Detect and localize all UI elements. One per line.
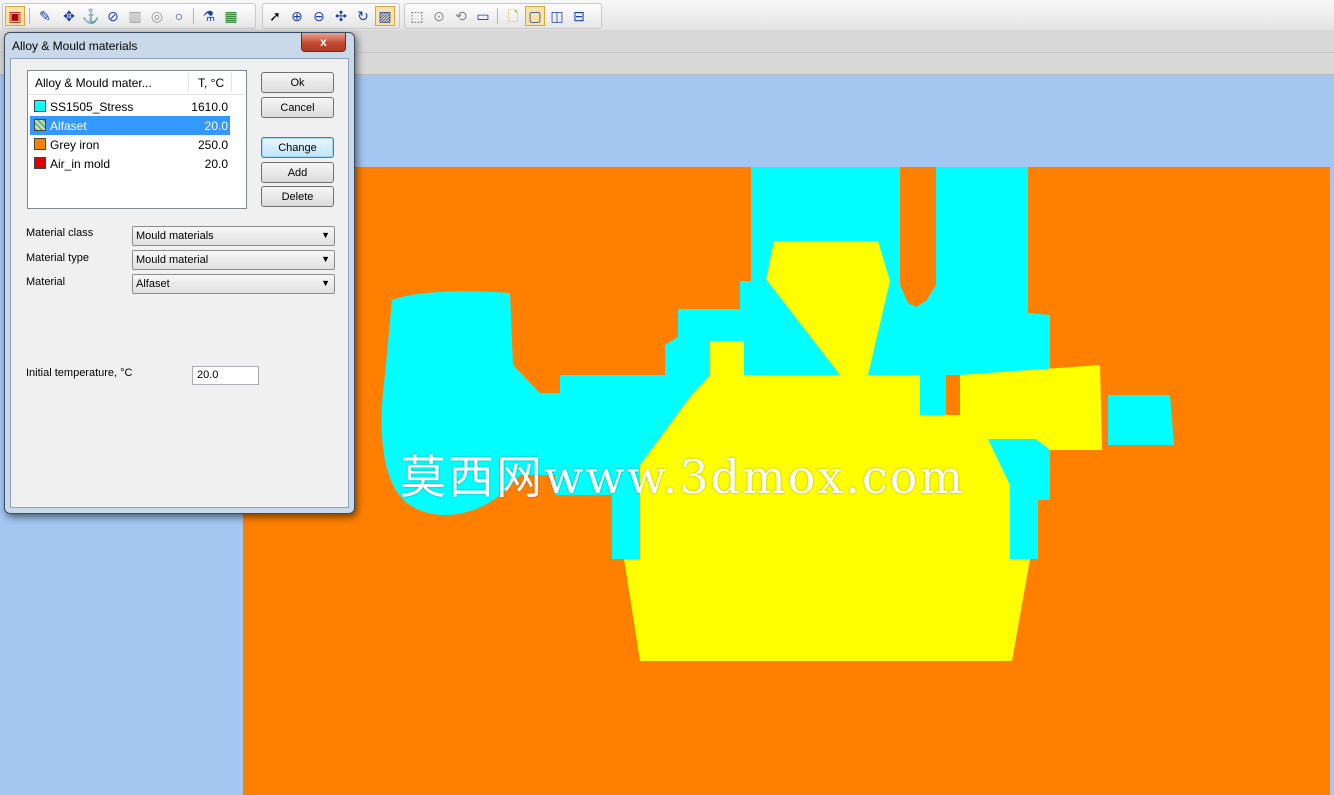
material-type-label: Material type bbox=[26, 252, 89, 264]
color-swatch bbox=[34, 100, 46, 112]
material-name: Alfaset bbox=[50, 119, 87, 133]
materials-list[interactable]: Alloy & Mould mater... T, °C SS1505_Stre… bbox=[27, 70, 247, 209]
watermark-text: 莫西网www.3dmox.com bbox=[400, 450, 965, 504]
pan-icon[interactable]: ✣ bbox=[331, 6, 351, 26]
select-rect-icon[interactable]: ⬚ bbox=[407, 6, 427, 26]
material-name: Grey iron bbox=[50, 138, 100, 152]
dialog-title: Alloy & Mould materials bbox=[12, 39, 138, 53]
material-label: Material bbox=[26, 276, 66, 288]
material-temp: 250.0 bbox=[197, 138, 228, 152]
anchor-icon[interactable]: ⚓ bbox=[81, 6, 101, 26]
chevron-down-icon: ▼ bbox=[321, 278, 330, 288]
alloy-mould-materials-dialog: Alloy & Mould materials x Alloy & Mould … bbox=[4, 32, 355, 514]
dialog-body: Alloy & Mould mater... T, °C SS1505_Stre… bbox=[10, 58, 349, 508]
material-type-select[interactable]: Mould material ▼ bbox=[132, 250, 335, 270]
toolbar-group-draw: ▣ ✎ ✥ ⚓ ⊘ ▥ ◎ ○ ⚗ ▦ bbox=[2, 3, 256, 29]
move-icon[interactable]: ✥ bbox=[59, 6, 79, 26]
grid-icon[interactable]: ▥ bbox=[125, 6, 145, 26]
initial-temperature-label: Initial temperature, °C bbox=[26, 367, 133, 379]
flask-icon[interactable]: ⚗ bbox=[199, 6, 219, 26]
delete-button[interactable]: Delete bbox=[261, 186, 334, 207]
material-class-label: Material class bbox=[26, 227, 94, 239]
rotate-icon[interactable]: ↻ bbox=[353, 6, 373, 26]
color-swatch bbox=[34, 157, 46, 169]
material-type-value: Mould material bbox=[136, 254, 209, 266]
list-item[interactable]: Air_in mold 20.0 bbox=[30, 154, 230, 173]
cursor-icon[interactable]: ➚ bbox=[265, 6, 285, 26]
pen-icon[interactable]: ✎ bbox=[35, 6, 55, 26]
add-button[interactable]: Add bbox=[261, 162, 334, 183]
chevron-down-icon: ▼ bbox=[321, 254, 330, 264]
circle-slash-icon[interactable]: ⊘ bbox=[103, 6, 123, 26]
zoom-out-icon[interactable]: ⊖ bbox=[309, 6, 329, 26]
cancel-button[interactable]: Cancel bbox=[261, 97, 334, 118]
chevron-down-icon: ▼ bbox=[321, 230, 330, 240]
material-name: Air_in mold bbox=[50, 157, 111, 171]
toolbar-group-view: ➚ ⊕ ⊖ ✣ ↻ ▨ bbox=[262, 3, 400, 29]
split-horizontal-icon[interactable]: ⊟ bbox=[569, 6, 589, 26]
toolbar-group-window: ⬚ ⊙ ⟲ ▭ 🗋 ▢ ◫ ⊟ bbox=[404, 3, 602, 29]
list-header: Alloy & Mould mater... T, °C bbox=[28, 71, 246, 95]
material-name: SS1505_Stress bbox=[50, 100, 134, 114]
ring-icon[interactable]: ○ bbox=[169, 6, 189, 26]
sphere-icon[interactable]: ◎ bbox=[147, 6, 167, 26]
view-3d-icon[interactable]: ⟲ bbox=[451, 6, 471, 26]
split-vertical-icon[interactable]: ◫ bbox=[547, 6, 567, 26]
list-item[interactable]: SS1505_Stress 1610.0 bbox=[30, 97, 230, 116]
material-temp: 20.0 bbox=[204, 119, 228, 133]
material-class-value: Mould materials bbox=[136, 230, 214, 242]
material-value: Alfaset bbox=[136, 278, 170, 290]
column-header-name[interactable]: Alloy & Mould mater... bbox=[35, 76, 152, 90]
grid-window-icon[interactable]: ▦ bbox=[221, 6, 241, 26]
material-temp: 20.0 bbox=[204, 157, 228, 171]
main-toolbar: ▣ ✎ ✥ ⚓ ⊘ ▥ ◎ ○ ⚗ ▦ ➚ ⊕ ⊖ ✣ ↻ ▨ ⬚ ⊙ ⟲ ▭ … bbox=[0, 0, 1334, 30]
initial-temperature-input[interactable]: 20.0 bbox=[192, 366, 259, 385]
hatch-icon[interactable]: ▨ bbox=[375, 6, 395, 26]
close-button[interactable]: x bbox=[301, 33, 346, 52]
change-button[interactable]: Change bbox=[261, 137, 334, 158]
material-class-select[interactable]: Mould materials ▼ bbox=[132, 226, 335, 246]
zoom-in-icon[interactable]: ⊕ bbox=[287, 6, 307, 26]
list-item[interactable]: Grey iron 250.0 bbox=[30, 135, 230, 154]
new-doc-icon[interactable]: 🗋 bbox=[503, 6, 523, 26]
single-view-icon[interactable]: ▢ bbox=[525, 6, 545, 26]
dam-icon[interactable]: ▣ bbox=[5, 6, 25, 26]
list-item-selected[interactable]: Alfaset 20.0 bbox=[30, 116, 230, 135]
material-temp: 1610.0 bbox=[191, 100, 228, 114]
frame-icon[interactable]: ▭ bbox=[473, 6, 493, 26]
column-header-temp[interactable]: T, °C bbox=[198, 76, 224, 90]
ok-button[interactable]: Ok bbox=[261, 72, 334, 93]
color-swatch bbox=[34, 138, 46, 150]
zoom-window-icon[interactable]: ⊙ bbox=[429, 6, 449, 26]
material-select[interactable]: Alfaset ▼ bbox=[132, 274, 335, 294]
color-swatch bbox=[34, 119, 46, 131]
